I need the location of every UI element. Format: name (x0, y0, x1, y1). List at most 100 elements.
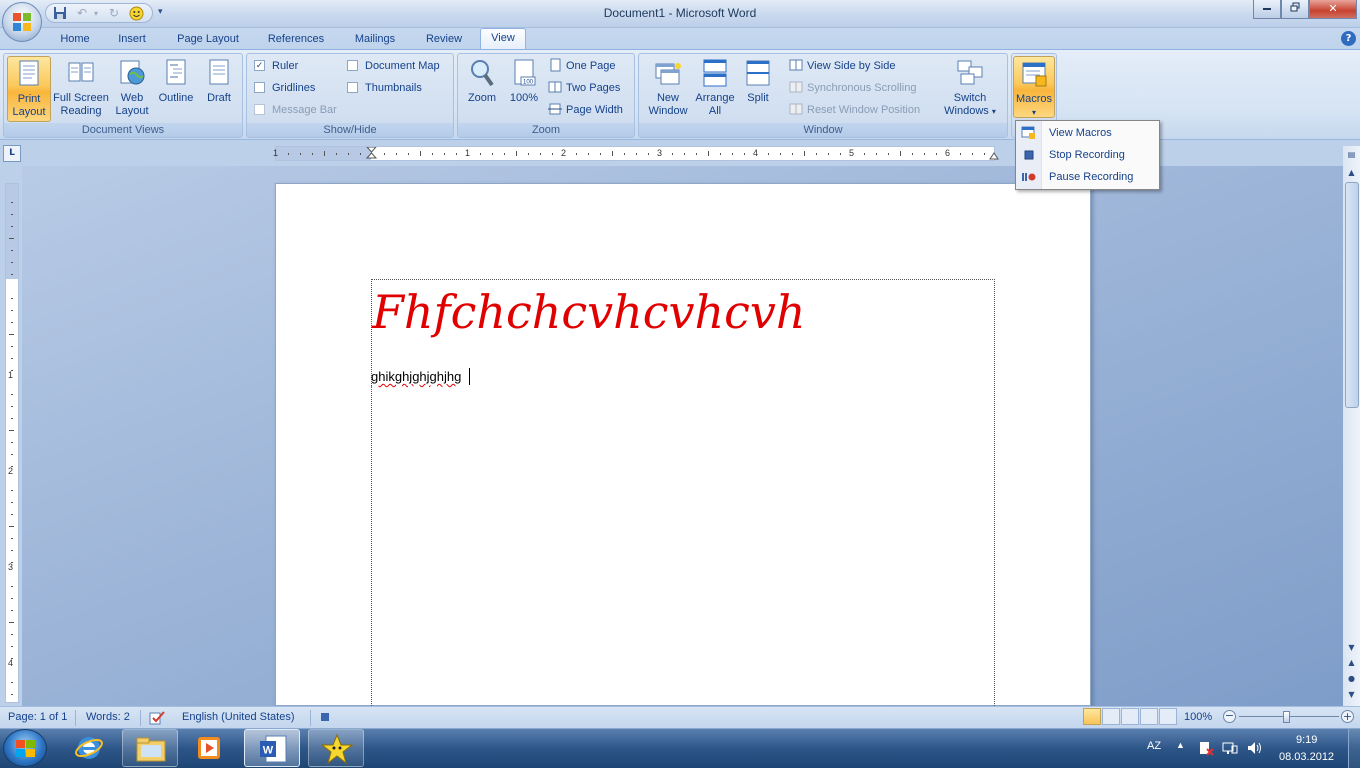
show-hide-label: Show/Hide (247, 123, 453, 137)
word-count[interactable]: Words: 2 (86, 711, 130, 723)
vruler-tick (11, 394, 13, 395)
browse-object-icon[interactable]: ● (1344, 672, 1359, 686)
arrange-all-button[interactable]: Arrange All (693, 56, 737, 122)
draft-icon (209, 59, 229, 85)
menu-item-stop-recording[interactable]: Stop Recording (1016, 144, 1159, 166)
language-indicator[interactable]: English (United States) (182, 711, 295, 723)
macros-button[interactable]: Macros ▾ (1013, 56, 1055, 118)
vruler-number: 3 (8, 562, 14, 572)
new-window-button[interactable]: New Window (643, 56, 693, 122)
scroll-up-icon[interactable]: ▲ (1344, 166, 1359, 180)
macro-recording-icon[interactable] (320, 712, 330, 722)
scrollbar-thumb[interactable] (1345, 182, 1359, 408)
zoom-in-icon[interactable]: + (1341, 710, 1354, 723)
view-side-by-side-button[interactable]: View Side by Side (789, 57, 895, 75)
start-button[interactable] (3, 729, 47, 767)
volume-icon[interactable] (1246, 740, 1262, 756)
split-button[interactable]: Split (739, 56, 777, 122)
taskbar-app[interactable] (308, 729, 364, 767)
taskbar-ie[interactable] (62, 729, 118, 767)
help-icon[interactable]: ? (1341, 31, 1356, 46)
taskbar-media-player[interactable] (182, 729, 238, 767)
tab-insert[interactable]: Insert (108, 30, 156, 50)
smiley-icon[interactable] (128, 6, 144, 21)
page-count[interactable]: Page: 1 of 1 (8, 711, 67, 723)
web-layout-button[interactable]: Web Layout (112, 56, 152, 122)
pause-record-icon (1022, 173, 1036, 181)
undo-dropdown-icon[interactable]: ▾ (88, 6, 104, 21)
tab-references[interactable]: References (258, 30, 334, 50)
zoom-slider-thumb[interactable] (1283, 711, 1290, 723)
thumbnails-checkbox[interactable]: Thumbnails (347, 79, 422, 97)
proofing-icon[interactable] (148, 710, 166, 726)
draft-button[interactable]: Draft (200, 56, 238, 122)
vruler-tick (11, 682, 13, 683)
tab-selector-button[interactable]: L (3, 145, 21, 162)
new-window-label-2: Window (648, 105, 688, 117)
menu-item-view-macros[interactable]: View Macros (1016, 122, 1159, 144)
action-center-icon[interactable] (1198, 740, 1214, 756)
redo-icon[interactable]: ↻ (106, 6, 122, 21)
view-macros-icon (1021, 126, 1035, 139)
horizontal-ruler[interactable]: 1 1 2 3 4 5 6 (273, 146, 999, 161)
sync-scroll-label: Synchronous Scrolling (807, 82, 917, 94)
two-pages-button[interactable]: Two Pages (548, 79, 620, 97)
outline-view-icon[interactable] (1140, 708, 1158, 725)
ruler-tick (288, 153, 289, 155)
document-body-text[interactable]: ghikghjghjghjhg (371, 369, 461, 384)
synchronous-scrolling-button[interactable]: Synchronous Scrolling (789, 79, 916, 97)
gridlines-checkbox[interactable]: Gridlines (254, 79, 315, 97)
show-hidden-icons-icon[interactable]: ▲ (1176, 740, 1185, 750)
print-layout-view-icon[interactable] (1083, 708, 1101, 725)
scroll-down-icon[interactable]: ▼ (1344, 641, 1359, 655)
language-tray[interactable]: AZ (1147, 740, 1161, 752)
view-ruler-toggle-icon[interactable]: ▤ (1344, 148, 1359, 162)
indent-marker-icon[interactable] (366, 147, 377, 161)
tab-view[interactable]: View (480, 28, 526, 50)
tab-home[interactable]: Home (52, 30, 98, 50)
clock-date[interactable]: 08.03.2012 (1279, 751, 1334, 763)
vruler-tick (11, 634, 13, 635)
close-button[interactable]: ✕ (1309, 0, 1357, 19)
document-heading[interactable]: Fhfchchcvhcvhcvh (372, 285, 805, 339)
switch-windows-button[interactable]: Switch Windows ▾ (939, 56, 1001, 122)
zoom-slider[interactable]: − + (1223, 709, 1355, 725)
outline-button[interactable]: Outline (154, 56, 198, 122)
minimize-button[interactable] (1253, 0, 1281, 19)
message-bar-checkbox[interactable]: Message Bar (254, 101, 337, 119)
tab-review[interactable]: Review (416, 30, 472, 50)
tab-mailings[interactable]: Mailings (344, 30, 406, 50)
zoom-button[interactable]: Zoom (462, 56, 502, 122)
tab-page-layout[interactable]: Page Layout (168, 30, 248, 50)
vertical-ruler[interactable]: 1 2 3 4 (5, 183, 19, 703)
taskbar-word[interactable]: W (244, 729, 300, 767)
web-layout-view-icon[interactable] (1121, 708, 1139, 725)
save-icon[interactable] (52, 6, 68, 21)
customize-qat-icon[interactable]: ▾ (158, 5, 170, 19)
one-page-button[interactable]: One Page (548, 57, 616, 75)
page-width-button[interactable]: Page Width (548, 101, 623, 119)
taskbar-explorer[interactable] (122, 729, 178, 767)
zoom-level[interactable]: 100% (1184, 711, 1212, 723)
print-layout-button[interactable]: Print Layout (7, 56, 51, 122)
previous-page-icon[interactable]: ▲ (1344, 656, 1359, 670)
clock-time[interactable]: 9:19 (1296, 734, 1317, 746)
draft-view-icon[interactable] (1159, 708, 1177, 725)
office-button[interactable] (2, 2, 42, 42)
next-page-icon[interactable]: ▼ (1344, 688, 1359, 702)
full-screen-view-icon[interactable] (1102, 708, 1120, 725)
show-desktop-button[interactable] (1348, 729, 1360, 768)
zoom-100-button[interactable]: 100 100% (504, 56, 544, 122)
windows-logo-icon (16, 740, 35, 757)
menu-item-pause-recording[interactable]: Pause Recording (1016, 166, 1159, 188)
reset-window-position-button[interactable]: Reset Window Position (789, 101, 920, 119)
ruler-tick (480, 153, 481, 155)
full-screen-reading-button[interactable]: Full Screen Reading (52, 56, 110, 122)
network-icon[interactable] (1222, 740, 1238, 756)
ruler-checkbox[interactable]: ✓ Ruler (254, 57, 298, 75)
ruler-tick (516, 151, 517, 156)
restore-button[interactable] (1281, 0, 1309, 19)
document-map-checkbox[interactable]: Document Map (347, 57, 440, 75)
right-indent-marker-icon[interactable] (989, 150, 999, 160)
zoom-out-icon[interactable]: − (1223, 710, 1236, 723)
